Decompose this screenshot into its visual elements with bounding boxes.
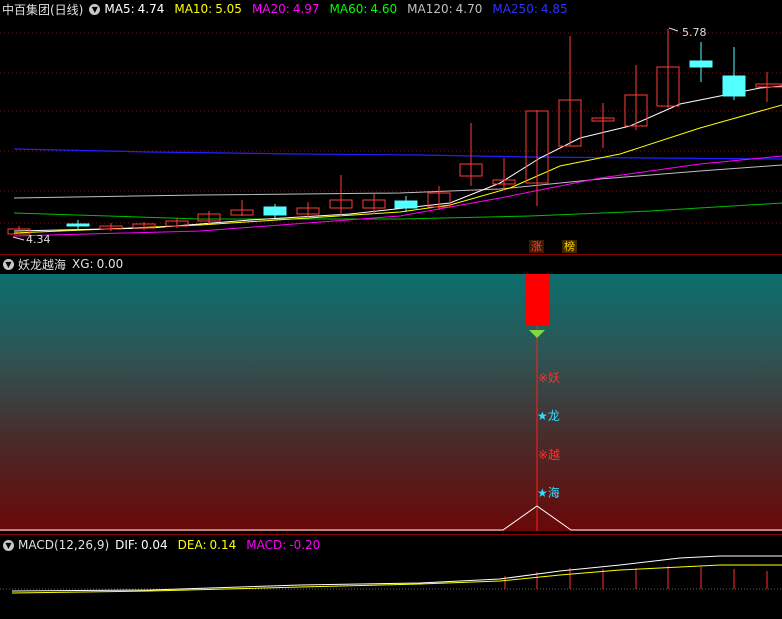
badge-bang[interactable]: 榜 <box>562 240 577 253</box>
ma60-label: MA60: <box>329 2 368 16</box>
ma120-value: 4.70 <box>455 2 483 16</box>
macd-toggle-icon[interactable]: ▼ <box>3 539 14 551</box>
candle <box>329 175 353 216</box>
high-marker: 5.78 <box>682 26 707 39</box>
candle <box>558 36 582 147</box>
kline-chart[interactable]: 5.78 4.34 <box>0 18 782 254</box>
dif-label: DIF: <box>115 538 138 552</box>
candle <box>263 204 287 218</box>
ma250-line <box>13 148 782 160</box>
candle <box>197 211 221 224</box>
candle <box>99 223 123 231</box>
macd-title: MACD(12,26,9) <box>18 538 110 552</box>
candle <box>722 47 746 100</box>
dif-value: 0.04 <box>140 538 168 552</box>
low-marker: 4.34 <box>26 233 51 246</box>
indicator-chart <box>0 274 782 531</box>
signal-yue: ※越 <box>538 448 561 462</box>
candle <box>656 29 680 108</box>
candle <box>230 200 254 216</box>
main-panel-header: 中百集团(日线) ▼ MA5: 4.74 MA10: 5.05 MA20: 4.… <box>0 0 578 18</box>
dea-value: 0.14 <box>209 538 237 552</box>
indicator-toggle-icon[interactable]: ▼ <box>3 258 14 270</box>
ma120-label: MA120: <box>407 2 453 16</box>
price-grid <box>0 32 782 224</box>
indicator-title: 妖龙越海 <box>18 257 67 272</box>
candle <box>66 220 90 230</box>
ma250-value: 4.85 <box>540 2 568 16</box>
dea-label: DEA: <box>177 538 207 552</box>
ma250-label: MA250: <box>492 2 538 16</box>
candle <box>492 158 516 190</box>
signal-yao: ※妖 <box>538 371 561 385</box>
signal-cap-icon <box>529 330 545 338</box>
badge-zhang[interactable]: 涨 <box>529 240 544 253</box>
candle <box>689 42 713 82</box>
candle <box>591 103 615 148</box>
stock-title: 中百集团(日线) <box>2 2 84 17</box>
macd-chart[interactable] <box>0 555 782 619</box>
ma10-value: 5.05 <box>215 2 242 16</box>
signal-long: ★龙 <box>537 409 560 423</box>
indicator-panel-header: ▼ 妖龙越海 XG: 0.00 <box>0 255 123 273</box>
candle <box>459 123 483 186</box>
ma20-value: 4.97 <box>292 2 320 16</box>
high-marker-arrow <box>668 27 679 32</box>
macd-label: MACD: <box>246 538 287 552</box>
peak-line <box>0 505 782 531</box>
low-marker-arrow <box>12 236 25 241</box>
macd-panel-header: ▼ MACD(12,26,9) DIF: 0.04 DEA: 0.14 MACD… <box>0 536 330 554</box>
candlesticks <box>7 29 782 235</box>
ma20-label: MA20: <box>251 2 290 16</box>
xg-label: XG: <box>72 257 94 271</box>
ma5-label: MA5: <box>104 2 135 16</box>
ma5-value: 4.74 <box>137 2 165 16</box>
candle <box>525 110 549 206</box>
dif-line <box>11 555 782 592</box>
signal-bar <box>525 274 550 325</box>
candle <box>296 202 320 217</box>
panel-separator <box>0 534 782 535</box>
macd-value: -0.20 <box>289 538 321 552</box>
ma10-label: MA10: <box>174 2 213 16</box>
settings-toggle-icon[interactable]: ▼ <box>89 3 101 15</box>
ma60-value: 4.60 <box>370 2 398 16</box>
candle <box>427 186 451 210</box>
xg-value: 0.00 <box>96 257 124 271</box>
signal-hai: ★海 <box>537 486 560 500</box>
ma120-line <box>13 164 782 199</box>
candle <box>755 72 782 102</box>
